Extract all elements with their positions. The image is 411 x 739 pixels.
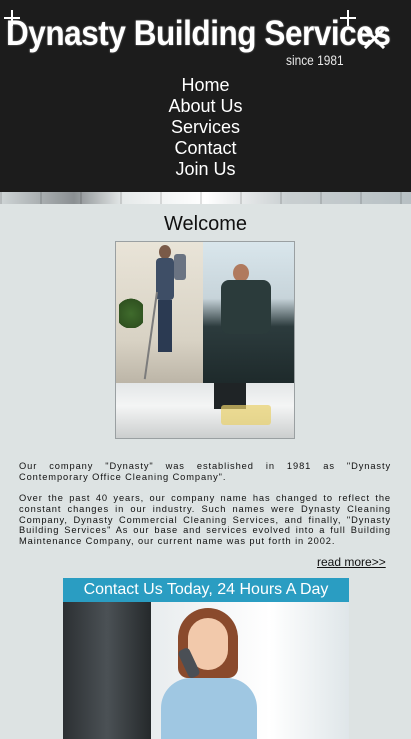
nav-link-services[interactable]: Services (171, 117, 240, 137)
worker-head-shape (159, 245, 171, 259)
worker-body-shape (221, 280, 271, 334)
sparkle-icon (340, 10, 356, 26)
contact-us-banner[interactable]: Contact Us Today, 24 Hours A Day (63, 578, 349, 739)
history-paragraph: Over the past 40 years, our company name… (19, 493, 391, 547)
logo-title: Dynasty Building Services (6, 14, 391, 53)
site-header: Dynasty Building Services since 1981 Hom… (0, 0, 411, 192)
mop-shape (221, 405, 271, 425)
site-logo[interactable]: Dynasty Building Services since 1981 (4, 8, 391, 70)
photo-panel-mop (116, 383, 294, 438)
worker-legs-shape (158, 300, 172, 352)
read-more-link[interactable]: read more>> (317, 555, 386, 569)
header-banner-image (0, 192, 411, 204)
nav-item-about-us: About Us (0, 96, 411, 117)
nav-item-join-us: Join Us (0, 159, 411, 180)
monitor-shape (63, 602, 151, 739)
main-nav: Home About Us Services Contact Join Us (0, 75, 411, 180)
vacuum-pole-shape (143, 291, 158, 380)
contact-banner-headline: Contact Us Today, 24 Hours A Day (63, 578, 349, 602)
photo-panel-worker (203, 242, 294, 383)
nav-item-home: Home (0, 75, 411, 96)
nav-link-join-us[interactable]: Join Us (175, 159, 235, 179)
vacuum-shape (174, 254, 186, 280)
cleaning-staff-photo (115, 241, 295, 439)
intro-paragraph: Our company "Dynasty" was established in… (19, 461, 391, 482)
nav-item-contact: Contact (0, 138, 411, 159)
page-title: Welcome (164, 213, 247, 235)
nav-link-about-us[interactable]: About Us (168, 96, 242, 116)
close-menu-button[interactable] (362, 26, 386, 50)
sparkle-icon (4, 10, 20, 26)
logo-tagline: since 1981 (286, 52, 344, 68)
page: Dynasty Building Services since 1981 Hom… (0, 0, 411, 739)
worker-body-shape (156, 258, 174, 300)
nav-link-home[interactable]: Home (181, 75, 229, 95)
photo-panel-vacuum (116, 242, 203, 383)
nav-link-contact[interactable]: Contact (174, 138, 236, 158)
nav-item-services: Services (0, 117, 411, 138)
plant-shape (119, 292, 143, 328)
woman-body-shape (161, 678, 257, 739)
